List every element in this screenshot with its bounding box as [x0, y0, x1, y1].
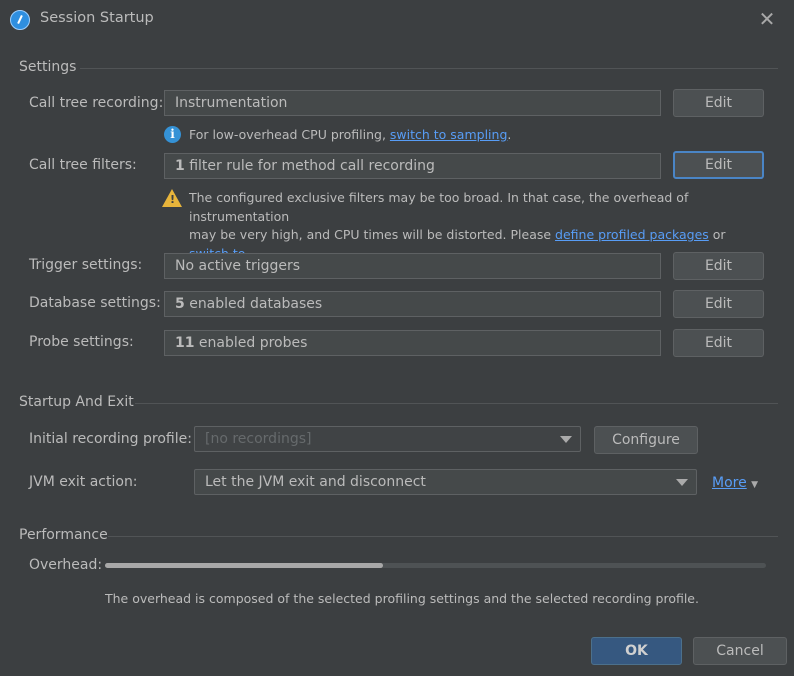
filter-warning-line1: The configured exclusive filters may be … — [189, 190, 689, 224]
probe-settings-field: 11 enabled probes — [164, 330, 661, 356]
call-tree-recording-value: Instrumentation — [175, 95, 288, 111]
probe-value: enabled probes — [194, 335, 308, 351]
filter-count: 1 — [175, 158, 185, 174]
chevron-down-icon: ▼ — [751, 480, 759, 490]
section-separator — [108, 536, 778, 537]
call-tree-filters-label: Call tree filters: — [29, 157, 137, 173]
ok-button[interactable]: OK — [591, 637, 682, 665]
database-value: enabled databases — [184, 296, 323, 312]
recording-hint-suffix: . — [507, 127, 512, 142]
cancel-button[interactable]: Cancel — [693, 637, 787, 665]
section-performance-title: Performance — [19, 527, 108, 543]
call-tree-recording-field: Instrumentation — [164, 90, 661, 116]
chevron-down-icon — [676, 479, 688, 486]
filter-warning-or: or — [708, 227, 726, 242]
close-icon[interactable]: ✕ — [758, 9, 776, 29]
database-settings-label: Database settings: — [29, 295, 161, 311]
database-count: 5 — [175, 296, 185, 312]
probe-count: 11 — [175, 335, 195, 351]
initial-recording-profile-label: Initial recording profile: — [29, 431, 192, 447]
section-separator — [135, 403, 778, 404]
profiler-gauge-icon — [10, 10, 30, 30]
section-settings-title: Settings — [19, 59, 77, 75]
warning-icon: ! — [162, 189, 182, 207]
info-icon: i — [164, 126, 181, 143]
call-tree-recording-label: Call tree recording: — [29, 95, 164, 111]
more-dropdown[interactable]: More ▼ — [712, 475, 758, 491]
overhead-description: The overhead is composed of the selected… — [105, 591, 699, 606]
overhead-progress-bar — [105, 563, 766, 568]
trigger-settings-field: No active triggers — [164, 253, 661, 279]
trigger-settings-label: Trigger settings: — [29, 257, 143, 273]
overhead-label: Overhead: — [29, 557, 103, 573]
database-settings-field: 5 enabled databases — [164, 291, 661, 317]
jvm-exit-action-value: Let the JVM exit and disconnect — [205, 474, 426, 490]
edit-call-tree-filters-button[interactable]: Edit — [673, 151, 764, 179]
define-profiled-packages-link[interactable]: define profiled packages — [555, 227, 709, 242]
initial-recording-profile-value: [no recordings] — [205, 431, 312, 447]
filter-value: filter rule for method call recording — [184, 158, 435, 174]
recording-hint: For low-overhead CPU profiling, switch t… — [189, 126, 511, 145]
recording-hint-text: For low-overhead CPU profiling, — [189, 127, 390, 142]
jvm-exit-action-label: JVM exit action: — [29, 474, 138, 490]
window-title: Session Startup — [40, 10, 154, 26]
chevron-down-icon — [560, 436, 572, 443]
filter-warning-line2: may be very high, and CPU times will be … — [189, 227, 556, 242]
section-separator — [80, 68, 778, 69]
trigger-settings-value: No active triggers — [175, 258, 301, 274]
overhead-progress-fill — [105, 563, 383, 568]
call-tree-filters-field: 1 filter rule for method call recording — [164, 153, 661, 179]
section-startup-exit-title: Startup And Exit — [19, 394, 134, 410]
edit-database-settings-button[interactable]: Edit — [673, 290, 764, 318]
edit-probe-settings-button[interactable]: Edit — [673, 329, 764, 357]
switch-to-sampling-link[interactable]: switch to sampling — [390, 127, 508, 142]
jvm-exit-action-select[interactable]: Let the JVM exit and disconnect — [194, 469, 697, 495]
more-link[interactable]: More — [712, 475, 747, 491]
probe-settings-label: Probe settings: — [29, 334, 134, 350]
edit-trigger-settings-button[interactable]: Edit — [673, 252, 764, 280]
initial-recording-profile-select[interactable]: [no recordings] — [194, 426, 581, 452]
edit-call-tree-recording-button[interactable]: Edit — [673, 89, 764, 117]
configure-button[interactable]: Configure — [594, 426, 698, 454]
